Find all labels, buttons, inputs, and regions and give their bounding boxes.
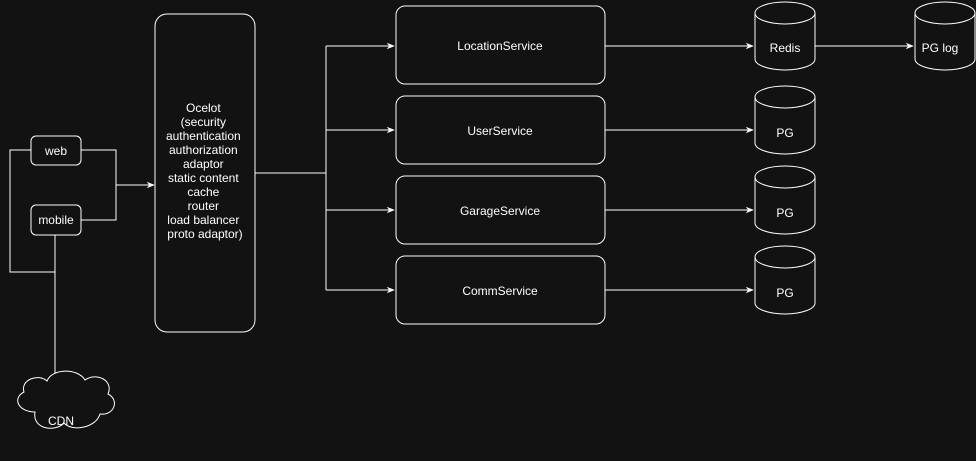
gateway-line: adaptor	[183, 157, 224, 171]
pg-log-node[interactable]: PG log	[914, 1, 976, 71]
location-service-node[interactable]: LocationService	[395, 5, 606, 85]
datastore-label: PG	[776, 206, 793, 220]
gateway-line: router	[188, 199, 219, 213]
datastore-label: PG	[776, 286, 793, 300]
gateway-line: authentication	[166, 129, 241, 143]
gateway-line: load balancer	[167, 213, 239, 227]
client-bracket-right	[81, 149, 117, 221]
gateway-line: cache	[187, 185, 219, 199]
gateway-line: authorization	[169, 143, 238, 157]
gateway-line: static content	[168, 171, 239, 185]
gateway-node[interactable]: Ocelot (security authentication authoriz…	[154, 13, 256, 333]
service-label: CommService	[462, 284, 538, 298]
web-node[interactable]: web	[30, 135, 82, 166]
service-label: UserService	[467, 124, 533, 138]
service-label: GarageService	[460, 204, 540, 218]
web-label: web	[44, 144, 67, 158]
mobile-node[interactable]: mobile	[30, 204, 82, 236]
garage-service-node[interactable]: GarageService	[395, 175, 606, 245]
gateway-line: Ocelot	[186, 101, 221, 115]
datastore-label: PG log	[922, 41, 959, 55]
service-label: LocationService	[457, 39, 543, 53]
datastore-label: PG	[776, 126, 793, 140]
gateway-line: proto adaptor)	[167, 227, 242, 241]
user-service-node[interactable]: UserService	[395, 95, 606, 165]
gateway-line: (security	[181, 115, 226, 129]
architecture-diagram: web mobile CDN Ocelot (security authenti…	[9, 1, 976, 429]
redis-node[interactable]: Redis	[754, 1, 816, 71]
pg-garage-node[interactable]: PG	[754, 165, 816, 235]
comm-service-node[interactable]: CommService	[395, 255, 606, 325]
datastore-label: Redis	[770, 41, 801, 55]
cdn-node[interactable]: CDN	[17, 370, 115, 429]
cdn-label: CDN	[48, 414, 74, 428]
pg-user-node[interactable]: PG	[754, 85, 816, 155]
mobile-label: mobile	[38, 213, 74, 227]
pg-comm-node[interactable]: PG	[754, 245, 816, 315]
